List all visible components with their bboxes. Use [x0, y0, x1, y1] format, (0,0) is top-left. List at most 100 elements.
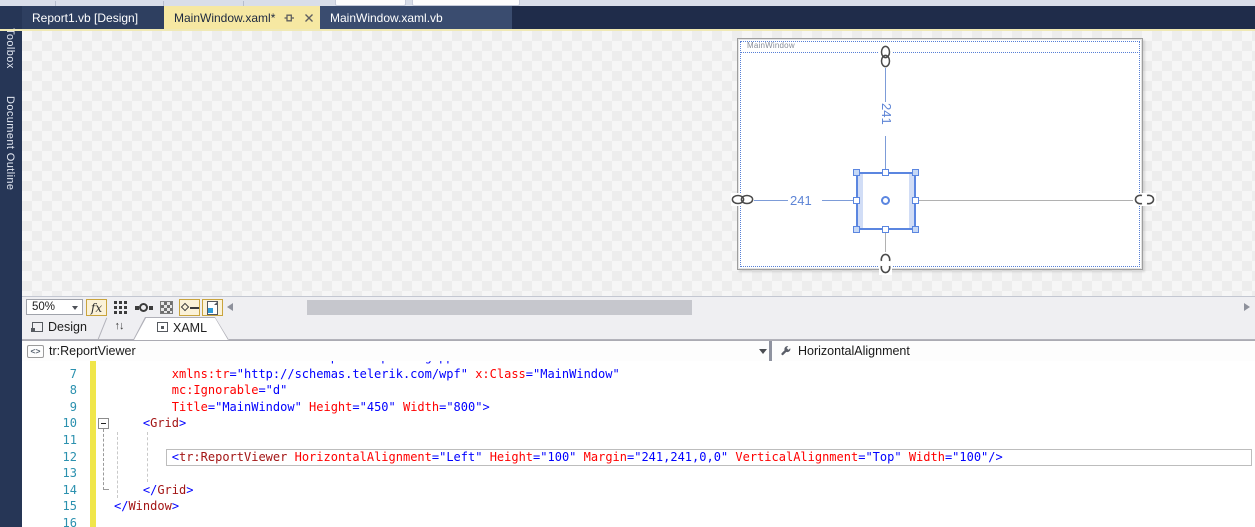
- line-number: 14: [62, 482, 77, 497]
- editor-line-12[interactable]: 12 <tr:ReportViewer HorizontalAlignment="…: [22, 448, 1255, 466]
- margin-top-value: 241: [877, 102, 896, 126]
- breadcrumb-dropdown-arrow[interactable]: [759, 349, 767, 354]
- window-title-band: [740, 41, 1140, 53]
- margin-left-value: 241: [788, 192, 814, 209]
- code-text: Title="MainWindow" Height="450" Width="8…: [171, 399, 490, 414]
- show-effects-button[interactable]: fx: [86, 299, 107, 316]
- selected-reportviewer-control[interactable]: [853, 169, 919, 233]
- checkerboard-icon: [160, 301, 173, 314]
- disable-project-code-button[interactable]: [202, 299, 223, 316]
- editor-line-16[interactable]: 16: [22, 515, 1255, 527]
- left-tool-rail: Toolbox Document Outline: [0, 6, 22, 527]
- tab-mainwindow-xaml[interactable]: MainWindow.xaml*: [164, 6, 320, 29]
- xaml-tab-label: XAML: [173, 321, 208, 335]
- margin-line-left-a: [753, 200, 788, 201]
- breadcrumb-element[interactable]: tr:ReportViewer: [49, 344, 136, 358]
- document-outline-bar: <> tr:ReportViewer HorizontalAlignment: [22, 340, 1255, 362]
- tab-label: MainWindow.xaml*: [174, 10, 276, 25]
- artboard-window-title: MainWindow: [747, 41, 795, 50]
- snap-to-snaplines-button[interactable]: [179, 299, 200, 316]
- editor-line-15[interactable]: 15 </Window>: [22, 498, 1255, 515]
- resize-handle-s[interactable]: [882, 226, 889, 233]
- resize-handle-w[interactable]: [853, 197, 860, 204]
- resize-handle-ne[interactable]: [912, 169, 919, 176]
- editor-line-8[interactable]: 8 mc:Ignorable="d": [22, 382, 1255, 399]
- pin-icon[interactable]: [283, 12, 295, 24]
- editor-line-9[interactable]: 9 Title="MainWindow" Height="450" Width="…: [22, 399, 1255, 416]
- code-text: mc:Ignorable="d": [171, 383, 288, 398]
- toggle-artboard-background-button[interactable]: [156, 299, 177, 316]
- view-switch-bar: Design ↑↓ XAML: [22, 317, 1255, 340]
- snap-to-grid-button[interactable]: [133, 299, 154, 316]
- root-grid-selection-outline: [740, 41, 1140, 267]
- sidebar-item-toolbox[interactable]: Toolbox: [4, 28, 16, 69]
- anchor-top-closed-chain-icon[interactable]: [879, 45, 892, 68]
- editor-line-11[interactable]: 11: [22, 432, 1255, 449]
- swap-panes-button[interactable]: ↑↓: [110, 320, 128, 338]
- document-tab-bar: Report1.vb [Design] MainWindow.xaml* Mai…: [22, 6, 1255, 29]
- resize-handle-se[interactable]: [912, 226, 919, 233]
- tab-label: MainWindow.xaml.vb: [330, 10, 443, 25]
- margin-line-right: [917, 200, 1134, 201]
- tab-design-view[interactable]: Design: [22, 317, 107, 340]
- code-text: <Grid>: [142, 416, 187, 431]
- resize-handle-nw[interactable]: [853, 169, 860, 176]
- line-number: 12: [62, 449, 77, 464]
- anchor-bottom-broken-chain-icon[interactable]: [879, 252, 892, 275]
- editor-line-13[interactable]: 13: [22, 465, 1255, 482]
- xaml-code-editor[interactable]: 6xmlns:local="clr-namespace:ReportingApp…: [22, 361, 1255, 527]
- line-number: 8: [69, 383, 77, 398]
- editor-line-7[interactable]: 7 xmlns:tr="http://schemas.telerik.com/wp…: [22, 366, 1255, 383]
- xaml-view-icon: [157, 322, 168, 332]
- margin-line-top-b: [885, 136, 886, 171]
- show-grid-button[interactable]: [110, 299, 131, 316]
- line-number: 15: [62, 499, 77, 514]
- code-text: </Window>: [114, 499, 180, 514]
- design-view-icon: [31, 322, 43, 332]
- line-number: 9: [69, 399, 77, 414]
- line-number: 7: [69, 366, 77, 381]
- code-text: </Grid>: [142, 482, 194, 497]
- tab-label: Report1.vb [Design]: [32, 10, 139, 25]
- breadcrumb-property[interactable]: HorizontalAlignment: [798, 344, 910, 358]
- design-surface[interactable]: MainWindow: [22, 31, 1255, 296]
- scroll-left-arrow[interactable]: [227, 303, 233, 311]
- tab-xaml-view[interactable]: XAML: [134, 318, 228, 340]
- element-tag-icon: <>: [27, 345, 44, 358]
- line-number: 10: [62, 416, 77, 431]
- snap-grid-icon: [134, 301, 153, 314]
- tab-report1-design[interactable]: Report1.vb [Design]: [22, 6, 164, 29]
- resize-handle-n[interactable]: [882, 169, 889, 176]
- snapline-icon: [180, 301, 199, 314]
- margin-line-top-a: [885, 68, 886, 102]
- tab-mainwindow-xaml-vb[interactable]: MainWindow.xaml.vb: [320, 6, 512, 29]
- editor-line-10[interactable]: 10 <Grid>: [22, 415, 1255, 432]
- fx-icon: fx: [90, 300, 103, 315]
- close-icon[interactable]: [303, 12, 315, 24]
- line-number: 16: [62, 516, 77, 527]
- resize-handle-e[interactable]: [912, 197, 919, 204]
- line-number: 13: [62, 466, 77, 481]
- designer-toolbar: 50% fx: [22, 296, 1255, 317]
- design-tab-label: Design: [48, 320, 87, 334]
- horizontal-scrollbar-thumb[interactable]: [307, 300, 692, 315]
- zoom-level-combobox[interactable]: 50%: [26, 299, 83, 315]
- document-code-icon: [207, 300, 218, 315]
- margin-line-left-b: [822, 200, 855, 201]
- anchor-left-closed-chain-icon[interactable]: [731, 193, 754, 206]
- resize-handle-sw[interactable]: [853, 226, 860, 233]
- chevron-down-icon: [72, 306, 78, 310]
- grid-icon: [114, 301, 117, 304]
- control-center-glyph: [881, 196, 890, 205]
- zoom-level-value: 50%: [32, 301, 56, 313]
- code-text: xmlns:tr="http://schemas.telerik.com/wpf…: [171, 366, 620, 381]
- xaml-designer-window: Toolbox Document Outline Report1.vb [Des…: [0, 0, 1255, 527]
- pane-splitter[interactable]: [769, 341, 772, 362]
- sidebar-item-document-outline[interactable]: Document Outline: [4, 96, 16, 190]
- editor-line-14[interactable]: 14 </Grid>: [22, 482, 1255, 499]
- line-number: 11: [62, 433, 77, 447]
- artboard-window[interactable]: MainWindow: [737, 38, 1143, 270]
- fold-collapse-box[interactable]: [98, 418, 109, 430]
- anchor-right-broken-chain-icon[interactable]: [1133, 193, 1156, 206]
- scroll-right-arrow[interactable]: [1244, 303, 1250, 311]
